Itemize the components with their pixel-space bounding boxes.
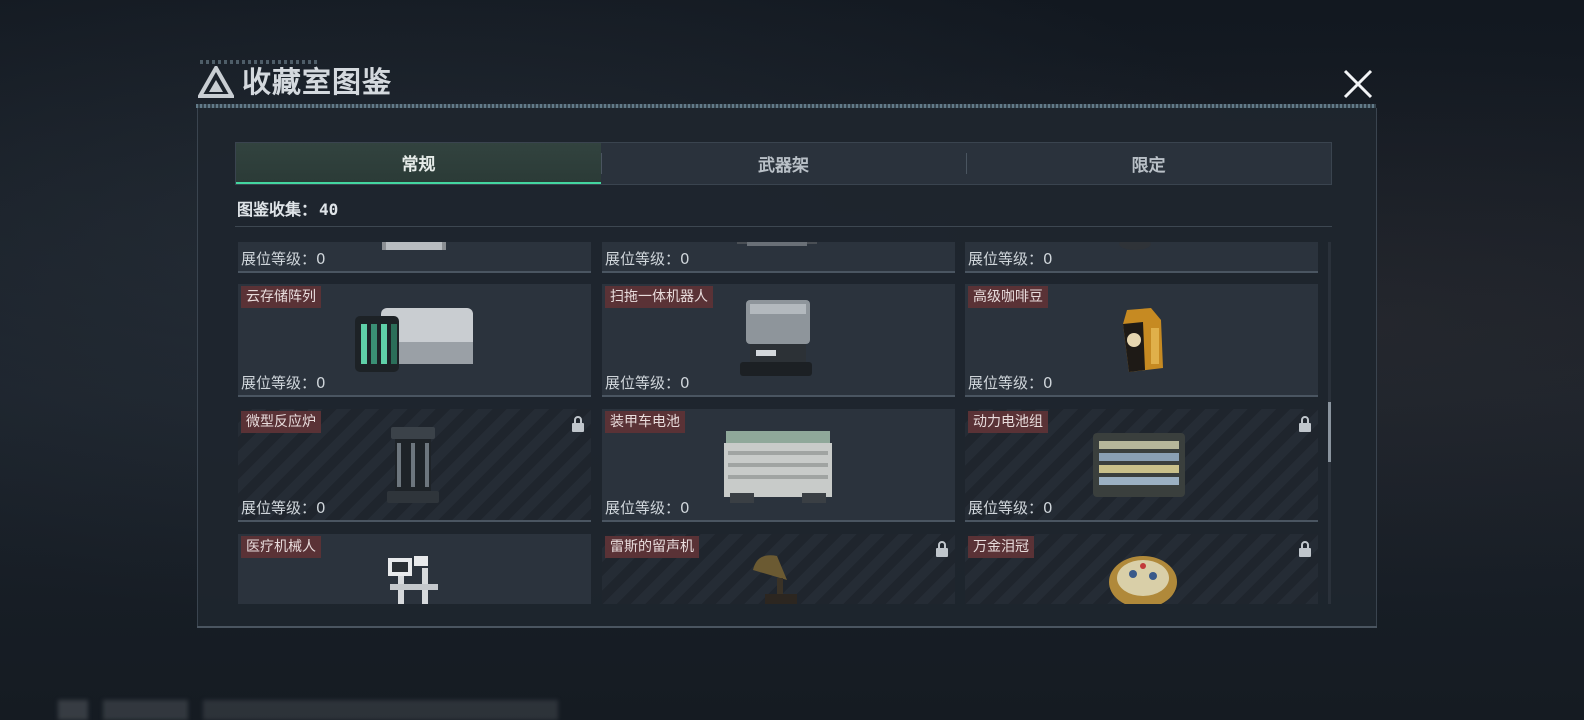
battery-pack-icon xyxy=(1093,433,1185,497)
item-level: 展位等级：0 xyxy=(968,497,1053,519)
collection-logo-icon xyxy=(198,66,234,98)
level-label: 展位等级： xyxy=(968,374,1044,392)
level-label: 展位等级： xyxy=(605,374,681,392)
level-value: 0 xyxy=(680,499,690,517)
item-name: 万金泪冠 xyxy=(968,536,1034,558)
collection-count: 图鉴收集： 40 xyxy=(237,198,338,222)
item-name: 云存储阵列 xyxy=(241,286,321,308)
page-title: 收藏室图鉴 xyxy=(242,65,393,99)
item-level: 展位等级：0 xyxy=(241,497,326,519)
item-card[interactable]: 展位等级：0 xyxy=(238,242,591,273)
level-label: 展位等级： xyxy=(605,499,681,517)
item-card[interactable]: 扫拖一体机器人 展位等级：0 xyxy=(602,284,955,397)
level-value: 0 xyxy=(316,374,326,392)
item-name: 雷斯的留声机 xyxy=(605,536,699,558)
level-value: 0 xyxy=(1043,499,1053,517)
level-value: 0 xyxy=(1043,374,1053,392)
reactor-icon xyxy=(387,427,439,503)
item-card[interactable]: 雷斯的留声机 xyxy=(602,534,955,604)
item-name: 微型反应炉 xyxy=(241,411,321,433)
item-level: 展位等级：0 xyxy=(241,248,326,270)
level-value: 0 xyxy=(680,374,690,392)
level-value: 0 xyxy=(316,499,326,517)
level-label: 展位等级： xyxy=(968,499,1044,517)
lock-icon xyxy=(936,541,948,557)
item-card[interactable]: 展位等级：0 xyxy=(965,242,1318,273)
item-level: 展位等级：0 xyxy=(605,372,690,394)
lock-icon xyxy=(572,416,584,432)
item-card[interactable]: 万金泪冠 xyxy=(965,534,1318,604)
vehicle-battery-icon xyxy=(724,431,832,503)
collection-label: 图鉴收集： xyxy=(237,200,318,219)
item-card[interactable]: 展位等级：0 xyxy=(602,242,955,273)
collection-number: 40 xyxy=(319,200,339,219)
item-name: 扫拖一体机器人 xyxy=(605,286,713,308)
coffee-bag-icon xyxy=(1123,308,1163,372)
scrollbar-thumb[interactable] xyxy=(1328,402,1331,462)
level-label: 展位等级： xyxy=(968,250,1044,268)
level-value: 0 xyxy=(1043,250,1053,268)
lock-icon xyxy=(1299,416,1311,432)
medical-robot-icon xyxy=(388,556,438,604)
appliance-icon xyxy=(382,242,446,250)
tab-weapon-rack[interactable]: 武器架 xyxy=(601,143,966,184)
level-value: 0 xyxy=(316,250,326,268)
tab-limited[interactable]: 限定 xyxy=(966,143,1331,184)
item-grid: 展位等级：0 展位等级：0 展位等级：0 云存储阵列 展位等级：0 扫拖一体机器… xyxy=(238,242,1318,604)
gramophone-icon xyxy=(753,555,797,604)
category-tabs: 常规 武器架 限定 xyxy=(235,142,1332,185)
item-card[interactable]: 云存储阵列 展位等级：0 xyxy=(238,284,591,397)
item-name: 医疗机械人 xyxy=(241,536,321,558)
item-card[interactable]: 医疗机械人 xyxy=(238,534,591,604)
storage-array-icon xyxy=(355,308,473,372)
device-icon xyxy=(1119,242,1151,250)
robot-vacuum-icon xyxy=(740,300,812,376)
item-level: 展位等级：0 xyxy=(605,248,690,270)
item-name: 装甲车电池 xyxy=(605,411,685,433)
level-label: 展位等级： xyxy=(241,374,317,392)
jeweled-crown-icon xyxy=(1109,556,1177,604)
level-label: 展位等级： xyxy=(241,250,317,268)
item-level: 展位等级：0 xyxy=(968,372,1053,394)
item-card[interactable]: 微型反应炉 展位等级：0 xyxy=(238,409,591,522)
lock-icon xyxy=(1299,541,1311,557)
blurred-hud-text xyxy=(58,700,558,720)
item-name: 动力电池组 xyxy=(968,411,1048,433)
item-level: 展位等级：0 xyxy=(605,497,690,519)
level-label: 展位等级： xyxy=(241,499,317,517)
section-divider xyxy=(235,226,1332,227)
item-card[interactable]: 高级咖啡豆 展位等级：0 xyxy=(965,284,1318,397)
item-level: 展位等级：0 xyxy=(968,248,1053,270)
item-name: 高级咖啡豆 xyxy=(968,286,1048,308)
level-label: 展位等级： xyxy=(605,250,681,268)
modal-bottom-border xyxy=(197,626,1377,628)
machine-icon xyxy=(737,242,817,246)
item-card[interactable]: 动力电池组 展位等级：0 xyxy=(965,409,1318,522)
close-icon xyxy=(1343,69,1373,99)
item-card[interactable]: 装甲车电池 展位等级：0 xyxy=(602,409,955,522)
level-value: 0 xyxy=(680,250,690,268)
item-level: 展位等级：0 xyxy=(241,372,326,394)
close-button[interactable] xyxy=(1338,64,1378,104)
tab-regular[interactable]: 常规 xyxy=(236,143,601,184)
